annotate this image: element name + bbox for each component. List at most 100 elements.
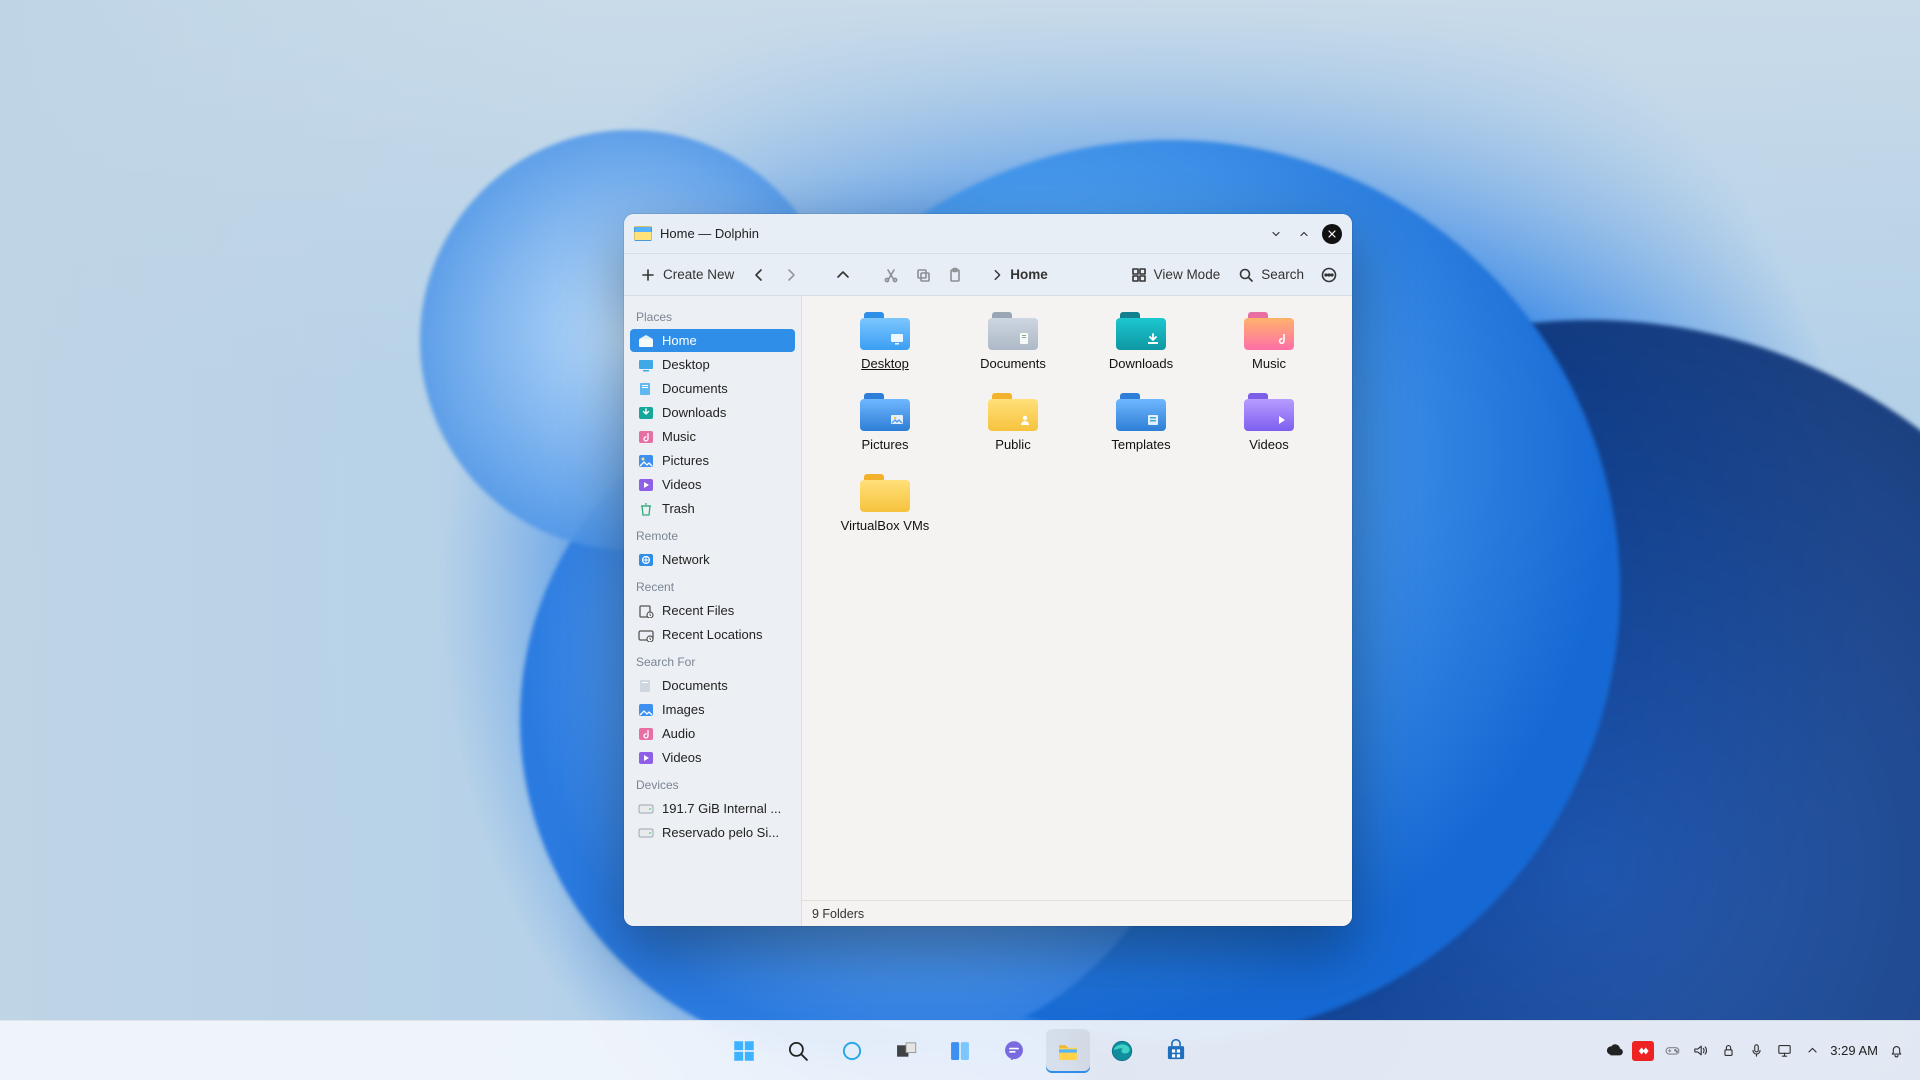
- play-badge-icon: [1272, 411, 1290, 429]
- file-explorer-button[interactable]: [1046, 1029, 1090, 1073]
- folder-icon: [1116, 310, 1166, 350]
- taskbar-search-button[interactable]: [776, 1029, 820, 1073]
- cut-button[interactable]: [878, 262, 904, 288]
- widgets-icon: [947, 1038, 973, 1064]
- tray-display-icon[interactable]: [1774, 1041, 1794, 1061]
- folder-virtualbox-vms[interactable]: VirtualBox VMs: [826, 472, 944, 533]
- scissors-icon: [883, 267, 899, 283]
- folder-videos[interactable]: Videos: [1210, 391, 1328, 452]
- sidebar-section-title: Remote: [630, 521, 795, 547]
- app-folder-icon: [634, 226, 652, 241]
- sidebar-item-documents[interactable]: Documents: [630, 377, 795, 400]
- network-icon: [637, 553, 654, 567]
- sidebar[interactable]: PlacesHome Desktop Documents Downloads Music…: [624, 296, 802, 926]
- image-badge-icon: [888, 411, 906, 429]
- sidebar-item-label: Documents: [662, 381, 728, 396]
- window-title: Home — Dolphin: [660, 226, 759, 241]
- collapse-button[interactable]: [1266, 224, 1286, 244]
- sidebar-item-network[interactable]: Network: [630, 548, 795, 571]
- sidebar-item-desktop[interactable]: Desktop: [630, 353, 795, 376]
- nav-up-button[interactable]: [830, 262, 856, 288]
- sidebar-item-recent-locations[interactable]: Recent Locations: [630, 623, 795, 646]
- statusbar: 9 Folders: [802, 900, 1352, 926]
- sidebar-item-home[interactable]: Home: [630, 329, 795, 352]
- view-mode-button[interactable]: View Mode: [1125, 263, 1227, 287]
- folder-desktop[interactable]: Desktop: [826, 310, 944, 371]
- file-label: Pictures: [862, 437, 909, 452]
- sidebar-item-trash[interactable]: Trash: [630, 497, 795, 520]
- task-view-button[interactable]: [884, 1029, 928, 1073]
- store-button[interactable]: [1154, 1029, 1198, 1073]
- user-badge-icon: [1016, 411, 1034, 429]
- folder-icon: [860, 391, 910, 431]
- widgets-button[interactable]: [938, 1029, 982, 1073]
- cortana-button[interactable]: [830, 1029, 874, 1073]
- start-button[interactable]: [722, 1029, 766, 1073]
- tray-cloud-icon[interactable]: [1604, 1041, 1624, 1061]
- chat-button[interactable]: [992, 1029, 1036, 1073]
- sidebar-item-recent-files[interactable]: Recent Files: [630, 599, 795, 622]
- tray-notification-icon[interactable]: [1886, 1041, 1906, 1061]
- copy-button[interactable]: [910, 262, 936, 288]
- tray-lock-icon[interactable]: [1718, 1041, 1738, 1061]
- sidebar-item-label: Music: [662, 429, 696, 444]
- folder-documents[interactable]: Documents: [954, 310, 1072, 371]
- titlebar[interactable]: Home — Dolphin: [624, 214, 1352, 254]
- copy-icon: [915, 267, 931, 283]
- edge-button[interactable]: [1100, 1029, 1144, 1073]
- search-icon: [1238, 267, 1254, 283]
- folder-music[interactable]: Music: [1210, 310, 1328, 371]
- store-icon: [1163, 1038, 1189, 1064]
- tray-gamepad-icon[interactable]: [1662, 1041, 1682, 1061]
- view-mode-label: View Mode: [1154, 267, 1221, 282]
- file-label: VirtualBox VMs: [841, 518, 930, 533]
- search-button[interactable]: Search: [1232, 263, 1310, 287]
- sidebar-item-label: Desktop: [662, 357, 710, 372]
- system-tray: 3:29 AM: [1604, 1041, 1906, 1061]
- search-documents-icon: [637, 679, 654, 693]
- folder-downloads[interactable]: Downloads: [1082, 310, 1200, 371]
- sidebar-item-videos[interactable]: Videos: [630, 473, 795, 496]
- folder-pictures[interactable]: Pictures: [826, 391, 944, 452]
- sidebar-item-videos[interactable]: Videos: [630, 746, 795, 769]
- content-area: DesktopDocumentsDownloads Music Pictures Pu…: [802, 296, 1352, 926]
- desktop-icon: [637, 358, 654, 372]
- close-button[interactable]: [1322, 224, 1342, 244]
- tray-chevron-up-icon[interactable]: [1802, 1041, 1822, 1061]
- create-new-button[interactable]: Create New: [634, 263, 740, 287]
- paste-button[interactable]: [942, 262, 968, 288]
- nav-back-button[interactable]: [746, 262, 772, 288]
- tray-anydesk-icon[interactable]: [1632, 1041, 1654, 1061]
- file-grid[interactable]: DesktopDocumentsDownloads Music Pictures Pu…: [802, 296, 1352, 900]
- doc-badge-icon: [1016, 330, 1034, 348]
- sidebar-item-191-7-gib-internal-[interactable]: 191.7 GiB Internal ...: [630, 797, 795, 820]
- chevron-right-icon: [990, 268, 1004, 282]
- pictures-icon: [637, 454, 654, 468]
- sidebar-item-images[interactable]: Images: [630, 698, 795, 721]
- create-new-label: Create New: [663, 267, 734, 282]
- overflow-menu-button[interactable]: [1316, 262, 1342, 288]
- tray-volume-icon[interactable]: [1690, 1041, 1710, 1061]
- sidebar-section-title: Places: [630, 302, 795, 328]
- downloads-icon: [637, 406, 654, 420]
- folder-templates[interactable]: Templates: [1082, 391, 1200, 452]
- sidebar-item-reservado-pelo-si-[interactable]: Reservado pelo Si...: [630, 821, 795, 844]
- sidebar-item-label: Videos: [662, 750, 702, 765]
- tray-clock[interactable]: 3:29 AM: [1830, 1043, 1878, 1058]
- file-label: Music: [1252, 356, 1286, 371]
- sidebar-item-music[interactable]: Music: [630, 425, 795, 448]
- nav-forward-button[interactable]: [778, 262, 804, 288]
- folder-public[interactable]: Public: [954, 391, 1072, 452]
- sidebar-item-downloads[interactable]: Downloads: [630, 401, 795, 424]
- sidebar-item-label: Recent Files: [662, 603, 734, 618]
- status-text: 9 Folders: [812, 907, 864, 921]
- sidebar-item-audio[interactable]: Audio: [630, 722, 795, 745]
- sidebar-item-documents[interactable]: Documents: [630, 674, 795, 697]
- sidebar-item-label: Trash: [662, 501, 695, 516]
- edge-icon: [1109, 1038, 1135, 1064]
- sidebar-item-pictures[interactable]: Pictures: [630, 449, 795, 472]
- tray-microphone-icon[interactable]: [1746, 1041, 1766, 1061]
- sidebar-item-label: Videos: [662, 477, 702, 492]
- breadcrumb[interactable]: Home: [990, 267, 1048, 282]
- expand-button[interactable]: [1294, 224, 1314, 244]
